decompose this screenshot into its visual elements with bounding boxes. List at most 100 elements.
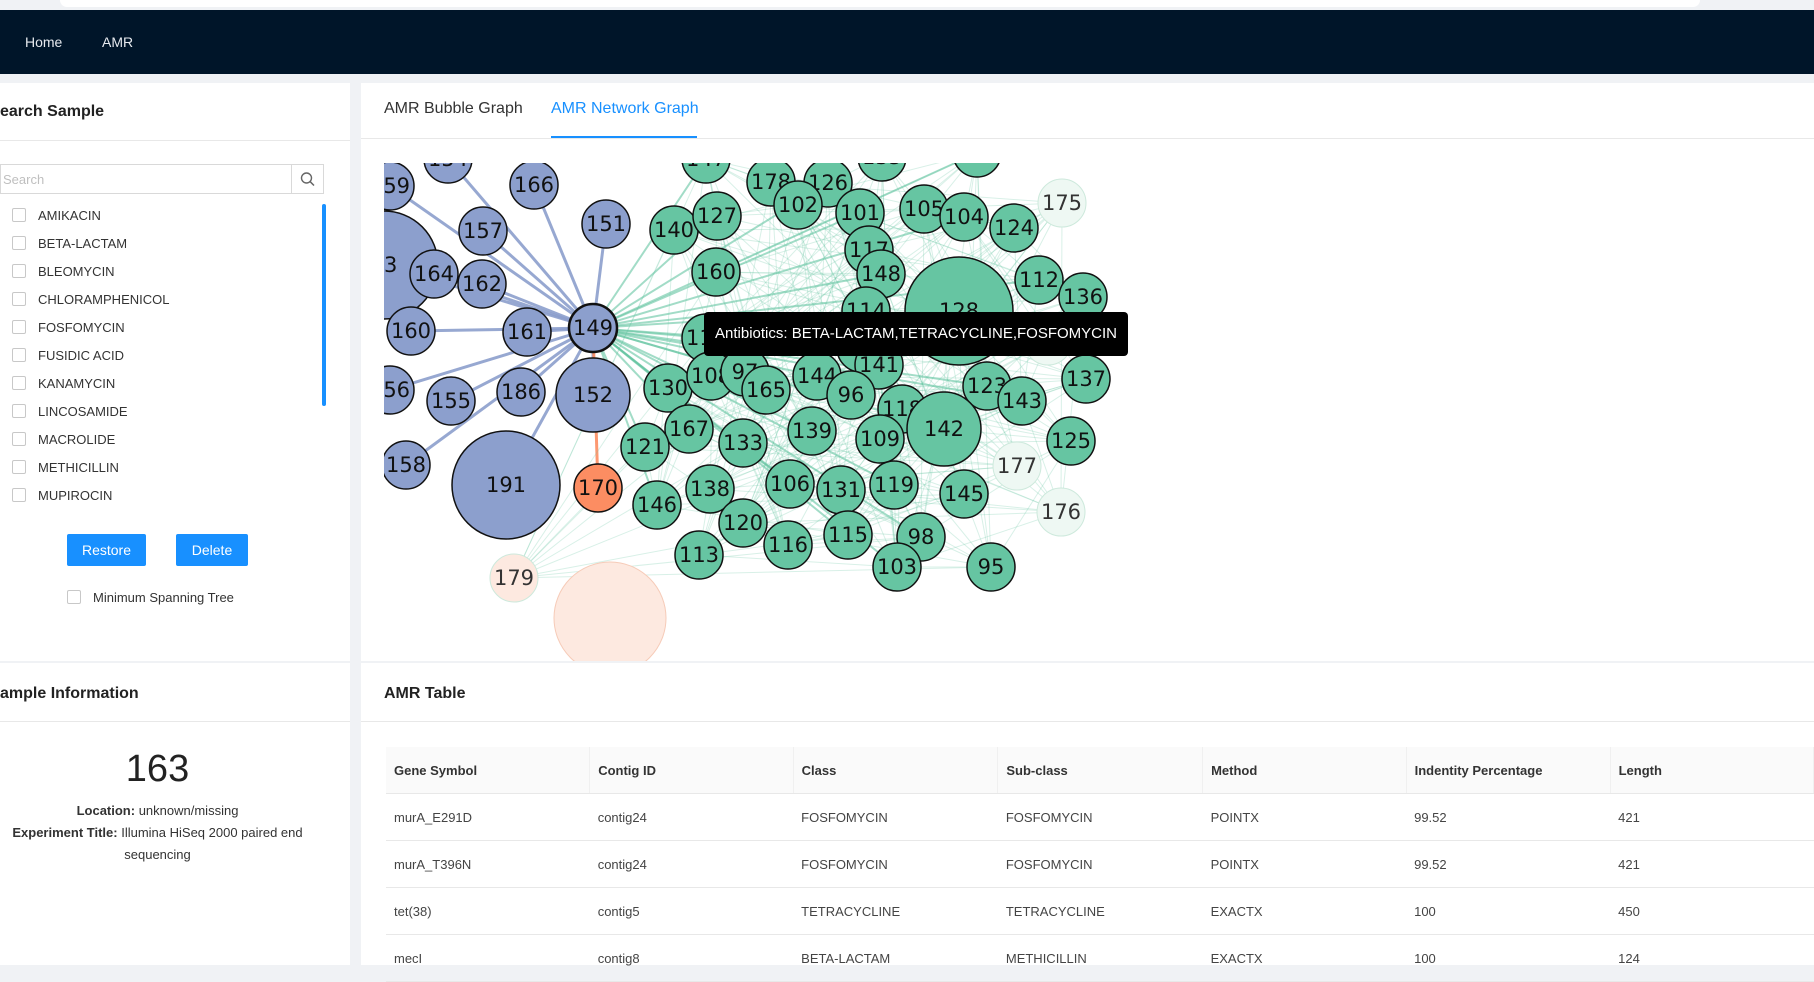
delete-button[interactable]: Delete (176, 534, 248, 566)
graph-node[interactable]: 152 (555, 357, 631, 433)
graph-node[interactable]: 116 (763, 520, 813, 570)
graph-node[interactable]: 159 (384, 163, 415, 211)
graph-node[interactable]: 106 (765, 459, 815, 509)
column-header[interactable]: Gene Symbol (386, 747, 591, 794)
graph-node[interactable]: 96 (826, 370, 876, 420)
graph-node[interactable]: 165 (741, 365, 791, 415)
list-scrollbar[interactable] (322, 204, 326, 406)
graph-node[interactable]: 170 (573, 463, 623, 513)
table-row[interactable]: mecI contig8 BETA-LACTAM METHICILLIN EXACTX 1… (386, 934, 1814, 982)
column-header[interactable]: Indentity Percentage (1406, 747, 1611, 794)
checkbox[interactable] (12, 264, 26, 278)
antibiotic-checkbox-item[interactable]: BLEOMYCIN (12, 261, 115, 281)
graph-node[interactable]: 160 (386, 306, 436, 356)
antibiotic-checkbox-item[interactable]: FUSIDIC ACID (12, 345, 124, 365)
node-circle (954, 163, 1000, 178)
column-header[interactable]: Class (793, 747, 999, 794)
checkbox[interactable] (12, 376, 26, 390)
graph-node[interactable]: 147 (681, 163, 731, 184)
node-label: 109 (860, 427, 900, 451)
checkbox[interactable] (12, 348, 26, 362)
graph-node[interactable]: 137 (1061, 354, 1111, 404)
checkbox[interactable] (12, 460, 26, 474)
tab-bubble-graph[interactable]: AMR Bubble Graph (384, 100, 523, 118)
graph-node[interactable]: 157 (458, 206, 508, 256)
column-header[interactable]: Method (1202, 747, 1407, 794)
graph-node[interactable]: 164 (409, 249, 459, 299)
table-row[interactable]: murA_T396N contig24 FOSFOMYCIN FOSFOMYCIN PO… (386, 840, 1814, 888)
graph-node[interactable]: 167 (664, 404, 714, 454)
graph-node[interactable]: 139 (787, 406, 837, 456)
graph-node[interactable]: 95 (966, 542, 1016, 592)
column-header[interactable]: Contig ID (589, 747, 794, 794)
antibiotic-checkbox-item[interactable]: BETA-LACTAM (12, 233, 127, 253)
checkbox[interactable] (12, 320, 26, 334)
checkbox[interactable] (12, 292, 26, 306)
graph-node[interactable]: 191 (451, 430, 561, 540)
graph-node[interactable]: 131 (816, 465, 866, 515)
column-header[interactable]: Length (1610, 747, 1814, 794)
graph-node[interactable]: 156 (384, 365, 415, 415)
table-row[interactable]: murA_E291D contig24 FOSFOMYCIN FOSFOMYCIN PO… (386, 793, 1814, 841)
antibiotic-checkbox-item[interactable]: LINCOSAMIDE (12, 401, 128, 421)
antibiotic-checkbox-item[interactable]: MUPIROCIN (12, 485, 112, 505)
column-header[interactable]: Sub-class (997, 747, 1204, 794)
graph-node[interactable]: 127 (692, 191, 742, 241)
graph-node[interactable]: 142 (906, 391, 982, 467)
graph-node[interactable]: 104 (939, 192, 989, 242)
graph-node[interactable]: 160 (691, 247, 741, 297)
graph-node[interactable]: 119 (869, 460, 919, 510)
graph-node[interactable]: 151 (581, 199, 631, 249)
graph-node[interactable]: 112 (1014, 255, 1064, 305)
antibiotic-checkbox-item[interactable]: AMIKACIN (12, 205, 101, 225)
graph-node[interactable]: 124 (989, 203, 1039, 253)
restore-button[interactable]: Restore (67, 534, 146, 566)
graph-node[interactable]: 161 (502, 307, 552, 357)
graph-node[interactable]: 100 (953, 163, 1001, 178)
antibiotic-checkbox-item[interactable]: KANAMYCIN (12, 373, 115, 393)
amr-network-graph[interactable]: 63 154 159 166 157 151 164 162 160 161 149 156 155 18… (384, 163, 1284, 661)
search-input[interactable] (1, 165, 293, 193)
table-cell: TETRACYCLINE (997, 887, 1203, 935)
search-button[interactable] (291, 164, 323, 194)
graph-node[interactable]: 186 (496, 367, 546, 417)
graph-node[interactable]: 115 (823, 510, 873, 560)
checkbox[interactable] (12, 432, 26, 446)
checkbox[interactable] (67, 590, 81, 604)
tab-network-graph[interactable]: AMR Network Graph (551, 100, 699, 118)
graph-node[interactable]: 125 (1046, 416, 1096, 466)
checkbox[interactable] (12, 208, 26, 222)
graph-node[interactable]: 102 (773, 180, 823, 230)
graph-node[interactable]: 121 (620, 422, 670, 472)
graph-node[interactable]: 158 (384, 440, 431, 490)
graph-node[interactable]: 133 (718, 418, 768, 468)
graph-node[interactable]: 143 (997, 376, 1047, 426)
nav-amr[interactable]: AMR (102, 10, 133, 74)
graph-node[interactable]: 145 (939, 469, 989, 519)
graph-node[interactable]: 113 (674, 530, 724, 580)
antibiotic-checkbox-item[interactable]: FOSFOMYCIN (12, 317, 125, 337)
graph-node[interactable]: 162 (457, 259, 507, 309)
table-row[interactable]: tet(38) contig5 TETRACYCLINE TETRACYCLINE EX… (386, 887, 1814, 935)
graph-node[interactable]: 140 (649, 205, 699, 255)
nav-home[interactable]: Home (25, 10, 62, 74)
graph-node[interactable]: 176 (1036, 487, 1086, 537)
checkbox[interactable] (12, 488, 26, 502)
checkbox[interactable] (12, 236, 26, 250)
graph-node[interactable]: 149 (567, 302, 619, 354)
graph-node[interactable]: 146 (632, 480, 682, 530)
graph-node[interactable]: 175 (1037, 178, 1087, 228)
checkbox[interactable] (12, 404, 26, 418)
graph-node[interactable]: 179 (489, 553, 539, 603)
graph-node[interactable]: 155 (426, 376, 476, 426)
graph-node[interactable]: 120 (718, 498, 768, 548)
antibiotic-checkbox-item[interactable]: MACROLIDE (12, 429, 115, 449)
node-label: 157 (463, 219, 503, 243)
antibiotic-checkbox-item[interactable]: METHICILLIN (12, 457, 119, 477)
graph-node[interactable]: 103 (872, 542, 922, 592)
graph-node[interactable]: 166 (509, 163, 559, 210)
mst-checkbox-item[interactable]: Minimum Spanning Tree (67, 587, 234, 607)
graph-node[interactable]: 109 (855, 414, 905, 464)
antibiotic-checkbox-item[interactable]: CHLORAMPHENICOL (12, 289, 169, 309)
graph-node[interactable]: 177 (992, 441, 1042, 491)
